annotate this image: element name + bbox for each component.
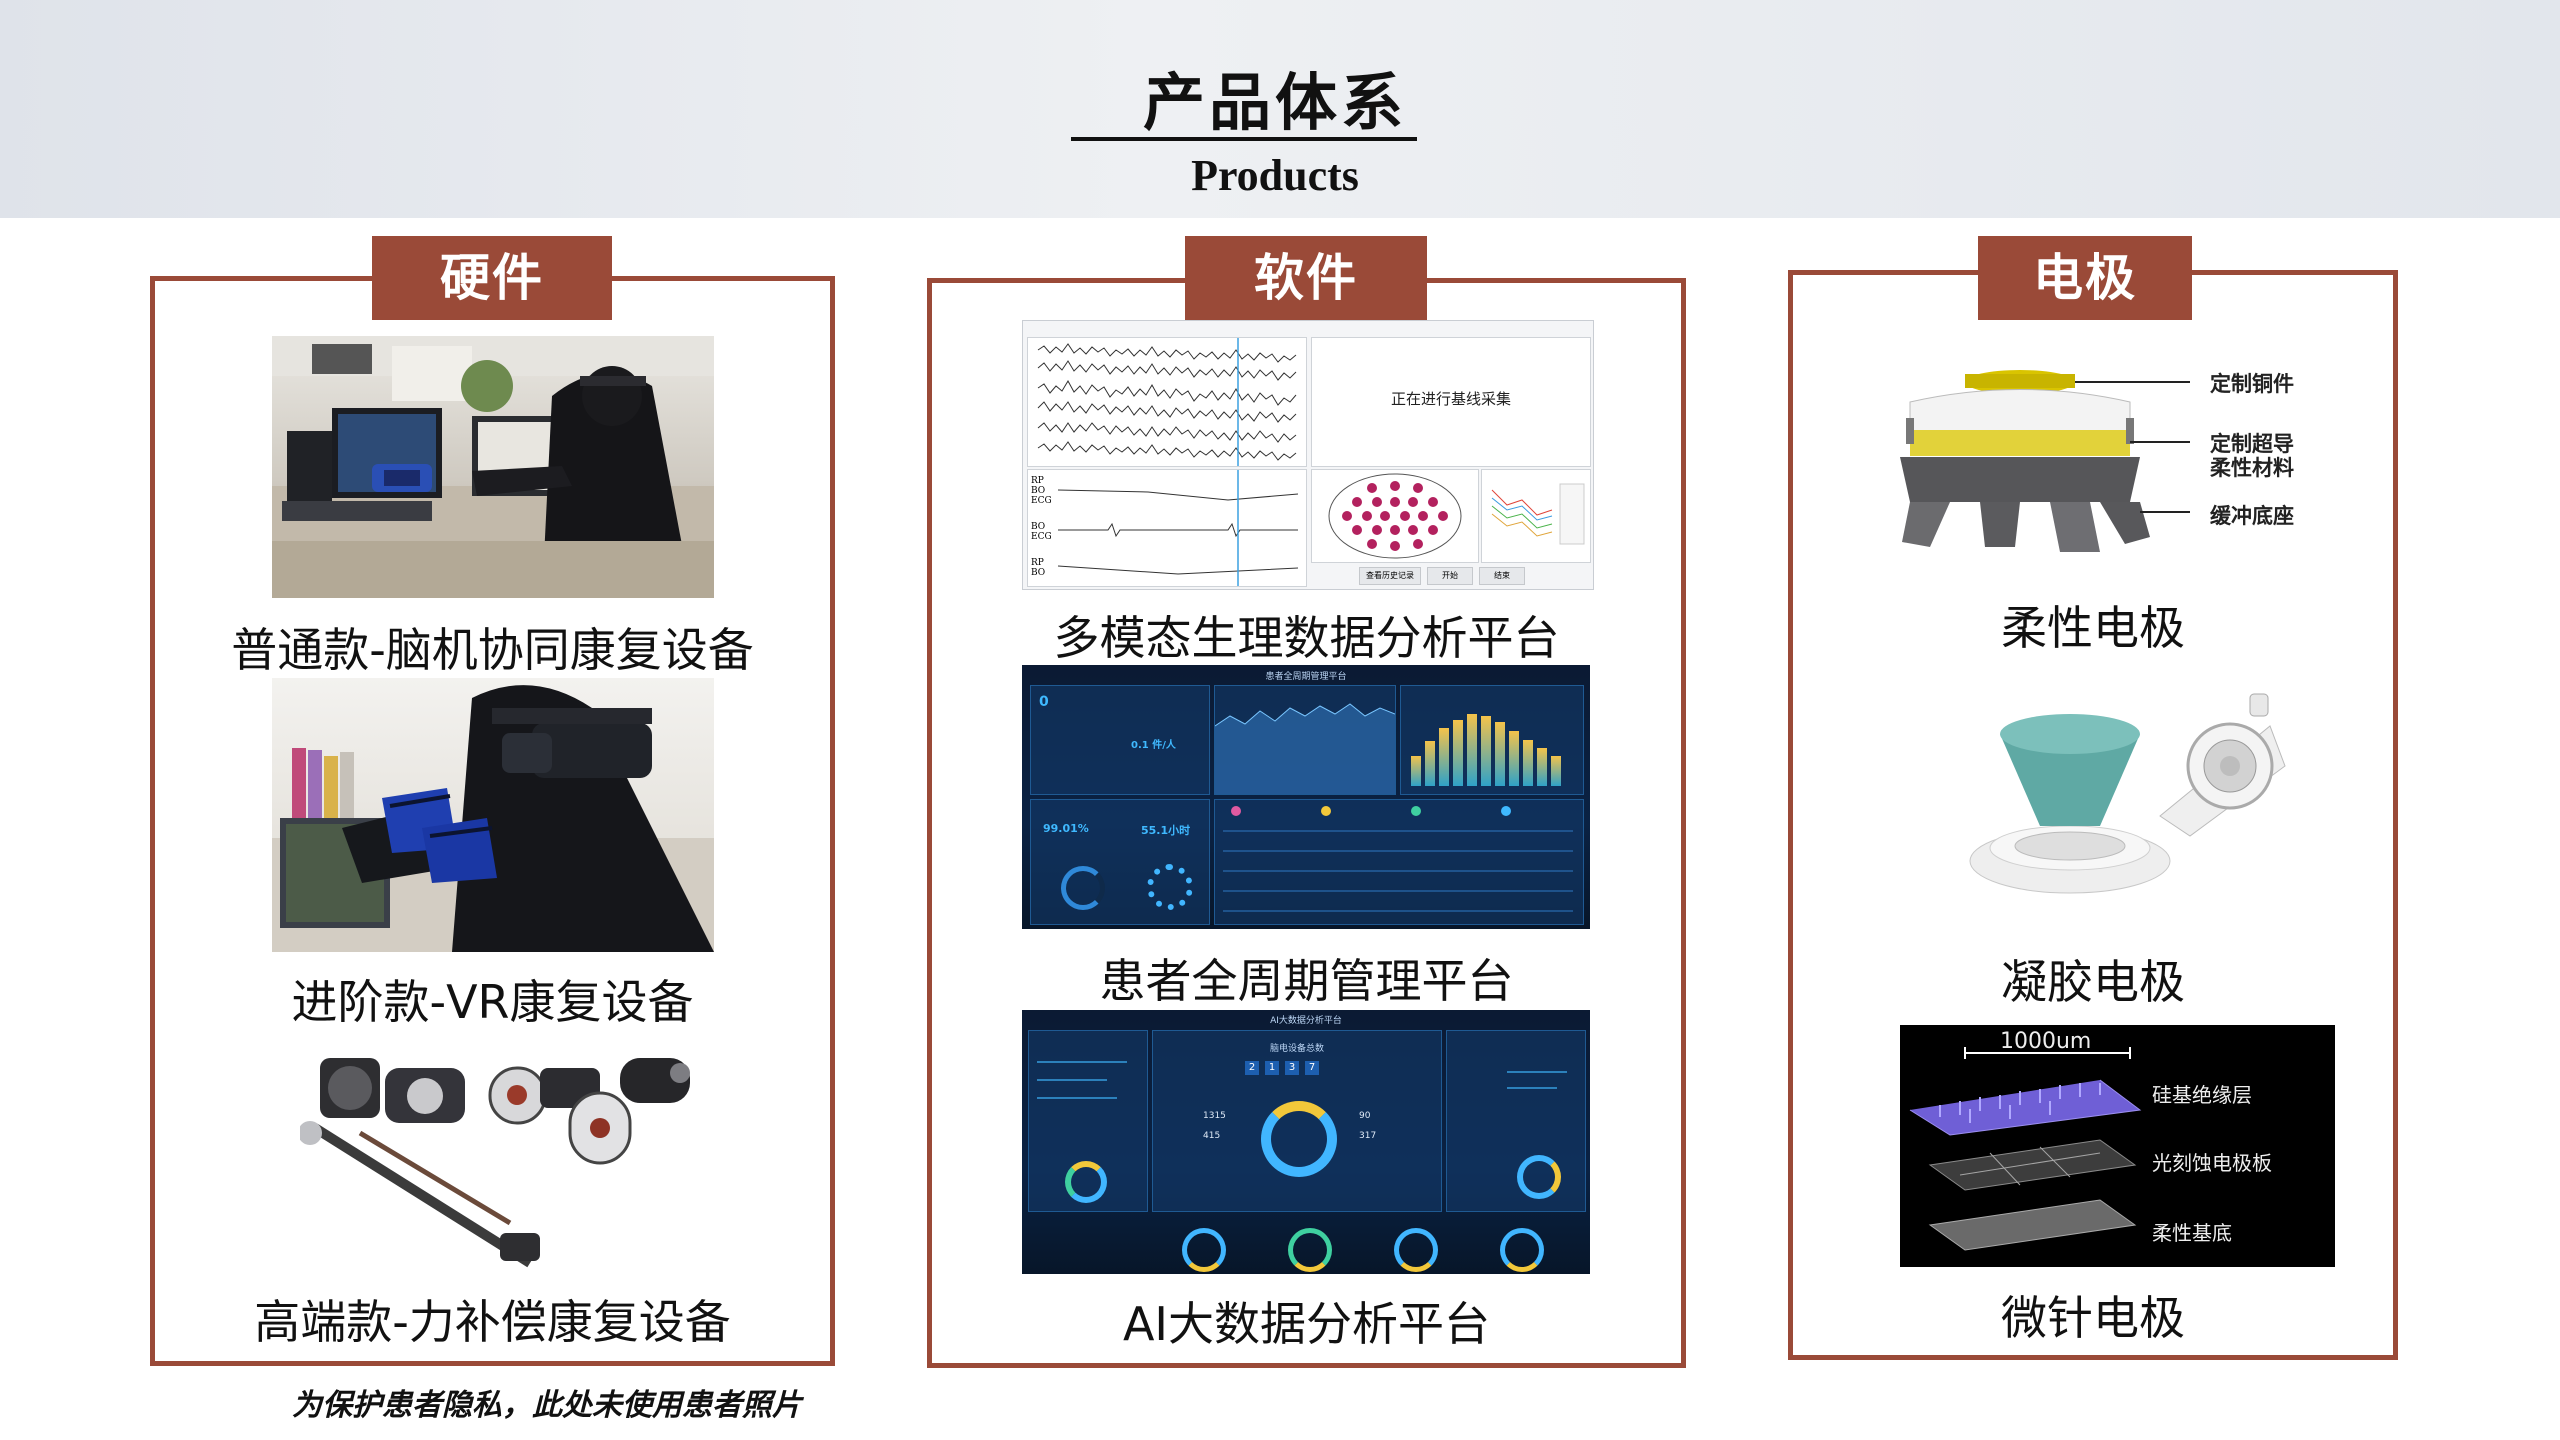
ai-left-ring xyxy=(1065,1161,1107,1203)
flexible-electrode-image: 定制铜件 定制超导 柔性材料 缓冲底座 xyxy=(1890,362,2350,562)
software-multimodal-screen: 正在进行基线采集 RP BO ECG BO ECG RP BO 查看历史记录 开… xyxy=(1022,320,1594,590)
baseline-status-text: 正在进行基线采集 xyxy=(1390,390,1511,408)
ai-right-tile xyxy=(1446,1030,1586,1212)
device-digit: 3 xyxy=(1285,1061,1299,1075)
completion-rate: 99.01% xyxy=(1043,822,1089,835)
eeg-waveform-area xyxy=(1027,337,1307,467)
hardware-vr-photo xyxy=(272,678,714,952)
micro-label-insulation: 硅基绝缘层 xyxy=(2152,1083,2252,1107)
title-underline xyxy=(1071,137,1417,141)
ai-center-tile: 脑电设备总数 2 1 3 7 1315 415 90 317 xyxy=(1152,1030,1442,1212)
electrode-caption-flexible: 柔性电极 xyxy=(2001,601,2185,655)
channel-label: BO xyxy=(1031,486,1046,496)
dashboard-title: 患者全周期管理平台 xyxy=(1265,672,1347,682)
ai-right-ring xyxy=(1517,1155,1561,1199)
micro-label-substrate: 柔性基底 xyxy=(2152,1221,2232,1245)
channel-label: ECG xyxy=(1031,532,1052,542)
channel-traces-area: RP BO ECG BO ECG RP BO xyxy=(1027,469,1307,587)
page-title: 产品体系 xyxy=(1142,66,1407,139)
ai-left-tile xyxy=(1028,1030,1148,1212)
vr-user-illustration xyxy=(272,685,714,952)
dashboard-table-tile xyxy=(1214,799,1584,925)
ai-dashboard-title: AI大数据分析平台 xyxy=(1270,1016,1342,1026)
software-caption-ai: AI大数据分析平台 xyxy=(1122,1297,1491,1351)
person-laptop-illustration xyxy=(272,336,714,598)
channel-label: RP xyxy=(1031,476,1044,486)
ai-bottom-ring xyxy=(1182,1228,1226,1272)
channel-label: RP xyxy=(1031,558,1044,568)
gauge-ring-2 xyxy=(1147,864,1193,910)
page-subtitle: Products xyxy=(1191,151,1359,200)
dashboard-tile-left: 0 0.1 件/人 xyxy=(1030,685,1210,795)
dashboard-bar-chart xyxy=(1400,685,1584,795)
software-lifecycle-screen: 患者全周期管理平台 0 0.1 件/人 99.01% 55.1小时 xyxy=(1022,665,1590,929)
flex-label-base: 缓冲底座 xyxy=(2210,504,2294,528)
device-total-title: 脑电设备总数 xyxy=(1269,1044,1324,1054)
microneedle-electrode-image: 1000um 硅基绝缘层 光刻蚀电极板 柔性基底 xyxy=(1900,1025,2335,1267)
history-button[interactable]: 查看历史记录 xyxy=(1359,567,1421,585)
hardware-tag: 硬件 xyxy=(372,236,612,320)
device-digit: 1 xyxy=(1265,1061,1279,1075)
gel-electrode-image xyxy=(1960,686,2290,906)
ai-center-ring xyxy=(1261,1101,1337,1177)
software-tag: 软件 xyxy=(1185,236,1427,320)
dashboard-area-chart xyxy=(1214,685,1396,795)
gel-electrode-illustration xyxy=(1969,693,2286,894)
ai-bottom-ring xyxy=(1394,1228,1438,1272)
flex-label-material: 定制超导 柔性材料 xyxy=(2210,432,2294,480)
micro-label-electrode-plate: 光刻蚀电极板 xyxy=(2152,1151,2272,1175)
software-caption-multimodal: 多模态生理数据分析平台 xyxy=(1053,611,1560,665)
electrode-map-chart xyxy=(1328,473,1462,559)
hardware-caption-vr: 进阶款-VR康复设备 xyxy=(291,975,694,1029)
software-ai-screen: AI大数据分析平台 脑电设备总数 2 1 3 7 1315 415 90 317 xyxy=(1022,1010,1590,1274)
dashboard-gauge-tile: 99.01% 55.1小时 xyxy=(1030,799,1210,925)
hardware-basic-photo xyxy=(272,336,714,598)
channel-label: BO xyxy=(1031,522,1046,532)
area-chart xyxy=(1214,703,1396,794)
flex-label-copper: 定制铜件 xyxy=(2210,372,2294,396)
ai-stat: 415 xyxy=(1203,1131,1221,1141)
ai-stat: 1315 xyxy=(1203,1111,1226,1121)
hardware-caption-basic: 普通款-脑机协同康复设备 xyxy=(231,623,754,677)
device-digit: 7 xyxy=(1305,1061,1319,1075)
spectrum-chart xyxy=(1491,483,1585,545)
ai-bottom-ring xyxy=(1500,1228,1544,1272)
microneedle-illustration xyxy=(1909,1047,2142,1251)
dashboard-count: 0 xyxy=(1039,694,1049,710)
ai-bottom-ring xyxy=(1288,1228,1332,1272)
training-hours: 55.1小时 xyxy=(1141,824,1191,837)
stop-button[interactable]: 结束 xyxy=(1479,567,1525,585)
eeg-waveform-chart xyxy=(1037,338,1297,466)
start-button[interactable]: 开始 xyxy=(1427,567,1473,585)
hardware-caption-force: 高端款-力补偿康复设备 xyxy=(254,1295,731,1349)
exoskeleton-illustration xyxy=(300,1058,690,1268)
ai-stat: 90 xyxy=(1359,1111,1371,1121)
channel-traces-chart xyxy=(1057,470,1299,586)
electrode-caption-microneedle: 微针电极 xyxy=(2001,1291,2185,1345)
electrode-caption-gel: 凝胶电极 xyxy=(2001,955,2185,1009)
device-digit: 2 xyxy=(1245,1061,1259,1075)
hardware-force-photo xyxy=(300,1038,700,1276)
channel-label: BO xyxy=(1031,568,1046,578)
privacy-footnote: 为保护患者隐私，此处未使用患者照片 xyxy=(292,1388,802,1423)
electrode-tag: 电极 xyxy=(1978,236,2192,320)
electrode-map-panel xyxy=(1311,469,1479,563)
channel-label: ECG xyxy=(1031,496,1052,506)
ai-stat: 317 xyxy=(1359,1131,1377,1141)
baseline-status-panel: 正在进行基线采集 xyxy=(1311,337,1591,467)
dashboard-rate: 0.1 件/人 xyxy=(1131,740,1176,751)
gauge-ring xyxy=(1061,866,1105,910)
spectrum-panel xyxy=(1481,469,1591,563)
software-caption-lifecycle: 患者全周期管理平台 xyxy=(1099,954,1514,1008)
